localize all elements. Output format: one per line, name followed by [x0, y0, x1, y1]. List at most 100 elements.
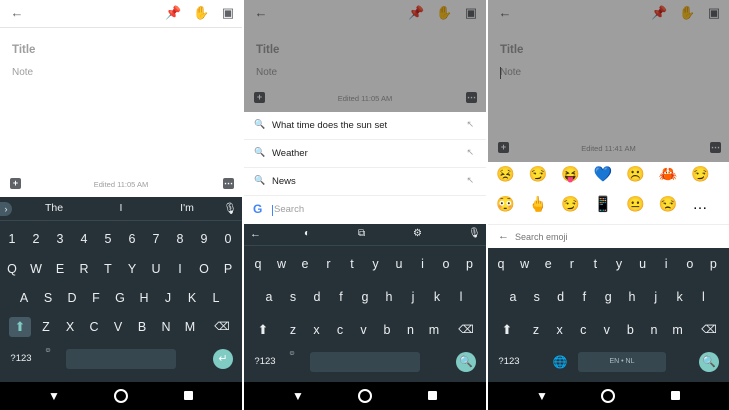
search-key[interactable]: 🔍: [456, 352, 476, 372]
letter-key[interactable]: o: [436, 254, 456, 274]
emoji-item[interactable]: …: [691, 196, 709, 214]
emoji-item[interactable]: 😏: [561, 196, 580, 214]
spacebar[interactable]: [310, 352, 420, 372]
backspace-key[interactable]: ⌫: [456, 320, 476, 340]
letter-key[interactable]: X: [60, 317, 80, 337]
letter-key[interactable]: D: [62, 288, 82, 308]
emoji-search-bar[interactable]: ← Search emoji: [488, 224, 729, 248]
nav-recents-icon[interactable]: [671, 391, 680, 400]
emoji-item[interactable]: ☹️: [626, 166, 645, 184]
archive-icon[interactable]: ▣: [221, 6, 235, 20]
suggestion-3[interactable]: I'm: [167, 202, 207, 214]
emoji-item[interactable]: 😏: [529, 166, 548, 184]
emoji-item[interactable]: 🖕: [529, 196, 548, 214]
search-input[interactable]: Search: [274, 204, 304, 215]
letter-key[interactable]: e: [295, 254, 315, 274]
search-suggestion[interactable]: 🔍 Weather ↖: [244, 140, 486, 168]
emoji-item[interactable]: 😏: [691, 166, 710, 184]
letter-key[interactable]: y: [366, 254, 386, 274]
backspace-key[interactable]: ⌫: [699, 320, 719, 340]
number-key[interactable]: 8: [170, 229, 190, 249]
letter-key[interactable]: I: [170, 259, 190, 279]
letter-key[interactable]: N: [156, 317, 176, 337]
nav-recents-icon[interactable]: [184, 391, 193, 400]
emoji-item[interactable]: 📱: [594, 196, 613, 214]
letter-key[interactable]: f: [574, 287, 594, 307]
letter-key[interactable]: j: [403, 287, 423, 307]
letter-key[interactable]: Z: [36, 317, 56, 337]
expand-chevron-icon[interactable]: ›: [0, 202, 12, 216]
search-key[interactable]: 🔍: [699, 352, 719, 372]
letter-key[interactable]: l: [693, 287, 713, 307]
letter-key[interactable]: w: [515, 254, 535, 274]
spacebar[interactable]: [66, 349, 176, 369]
mic-icon[interactable]: 🎙: [468, 228, 481, 239]
letter-key[interactable]: V: [108, 317, 128, 337]
spacebar[interactable]: EN • NL: [578, 352, 666, 372]
letter-key[interactable]: i: [413, 254, 433, 274]
letter-key[interactable]: g: [355, 287, 375, 307]
letter-key[interactable]: T: [98, 259, 118, 279]
note-field[interactable]: Note: [12, 67, 33, 78]
number-key[interactable]: 9: [194, 229, 214, 249]
nav-back-icon[interactable]: ▼: [44, 382, 64, 410]
letter-key[interactable]: b: [620, 320, 640, 340]
emoji-item[interactable]: 😐: [626, 196, 645, 214]
letter-key[interactable]: G: [110, 288, 130, 308]
letter-key[interactable]: P: [218, 259, 238, 279]
letter-key[interactable]: g: [598, 287, 618, 307]
letter-key[interactable]: E: [50, 259, 70, 279]
gear-icon[interactable]: ⚙: [413, 228, 422, 239]
pin-icon[interactable]: 📌: [165, 6, 181, 20]
letter-key[interactable]: v: [597, 320, 617, 340]
letter-key[interactable]: b: [377, 320, 397, 340]
letter-key[interactable]: u: [389, 254, 409, 274]
palette-icon[interactable]: ◐: [304, 228, 310, 239]
number-key[interactable]: 6: [122, 229, 142, 249]
shift-key[interactable]: ⬆: [253, 320, 273, 340]
search-suggestion[interactable]: 🔍 News ↖: [244, 168, 486, 196]
arrow-fill-icon[interactable]: ↖: [466, 175, 474, 186]
arrow-fill-icon[interactable]: ↖: [466, 119, 474, 130]
more-icon[interactable]: ⋯: [223, 178, 234, 189]
emoji-item[interactable]: 😝: [561, 166, 580, 184]
number-key[interactable]: 3: [50, 229, 70, 249]
title-field[interactable]: Title: [12, 44, 35, 56]
nav-home-icon[interactable]: [358, 389, 372, 403]
letter-key[interactable]: x: [550, 320, 570, 340]
letter-key[interactable]: i: [656, 254, 676, 274]
number-key[interactable]: 7: [146, 229, 166, 249]
letter-key[interactable]: z: [283, 320, 303, 340]
number-key[interactable]: 2: [26, 229, 46, 249]
hand-reminder-icon[interactable]: ✋: [193, 6, 209, 20]
letter-key[interactable]: n: [401, 320, 421, 340]
letter-key[interactable]: c: [330, 320, 350, 340]
letter-key[interactable]: h: [379, 287, 399, 307]
emoji-item[interactable]: 💙: [594, 166, 613, 184]
emoji-key[interactable]: ☺: [38, 341, 58, 361]
letter-key[interactable]: o: [680, 254, 700, 274]
nav-recents-icon[interactable]: [428, 391, 437, 400]
letter-key[interactable]: a: [503, 287, 523, 307]
shift-key[interactable]: ⬆: [10, 317, 30, 337]
letter-key[interactable]: l: [451, 287, 471, 307]
emoji-item[interactable]: 🦀: [659, 166, 678, 184]
symbols-key[interactable]: ?123: [251, 352, 279, 372]
mic-icon[interactable]: 🎙: [223, 202, 237, 215]
symbols-key[interactable]: ?123: [7, 349, 35, 369]
search-box[interactable]: G Search: [244, 196, 486, 224]
arrow-fill-icon[interactable]: ↖: [466, 147, 474, 158]
suggestion-1[interactable]: The: [34, 202, 74, 214]
letter-key[interactable]: n: [644, 320, 664, 340]
letter-key[interactable]: C: [84, 317, 104, 337]
letter-key[interactable]: t: [342, 254, 362, 274]
number-key[interactable]: 5: [98, 229, 118, 249]
back-arrow-icon[interactable]: ←: [498, 230, 509, 242]
letter-key[interactable]: L: [206, 288, 226, 308]
letter-key[interactable]: x: [307, 320, 327, 340]
letter-key[interactable]: k: [670, 287, 690, 307]
letter-key[interactable]: K: [182, 288, 202, 308]
emoji-item[interactable]: 😳: [496, 196, 515, 214]
letter-key[interactable]: a: [259, 287, 279, 307]
letter-key[interactable]: B: [132, 317, 152, 337]
